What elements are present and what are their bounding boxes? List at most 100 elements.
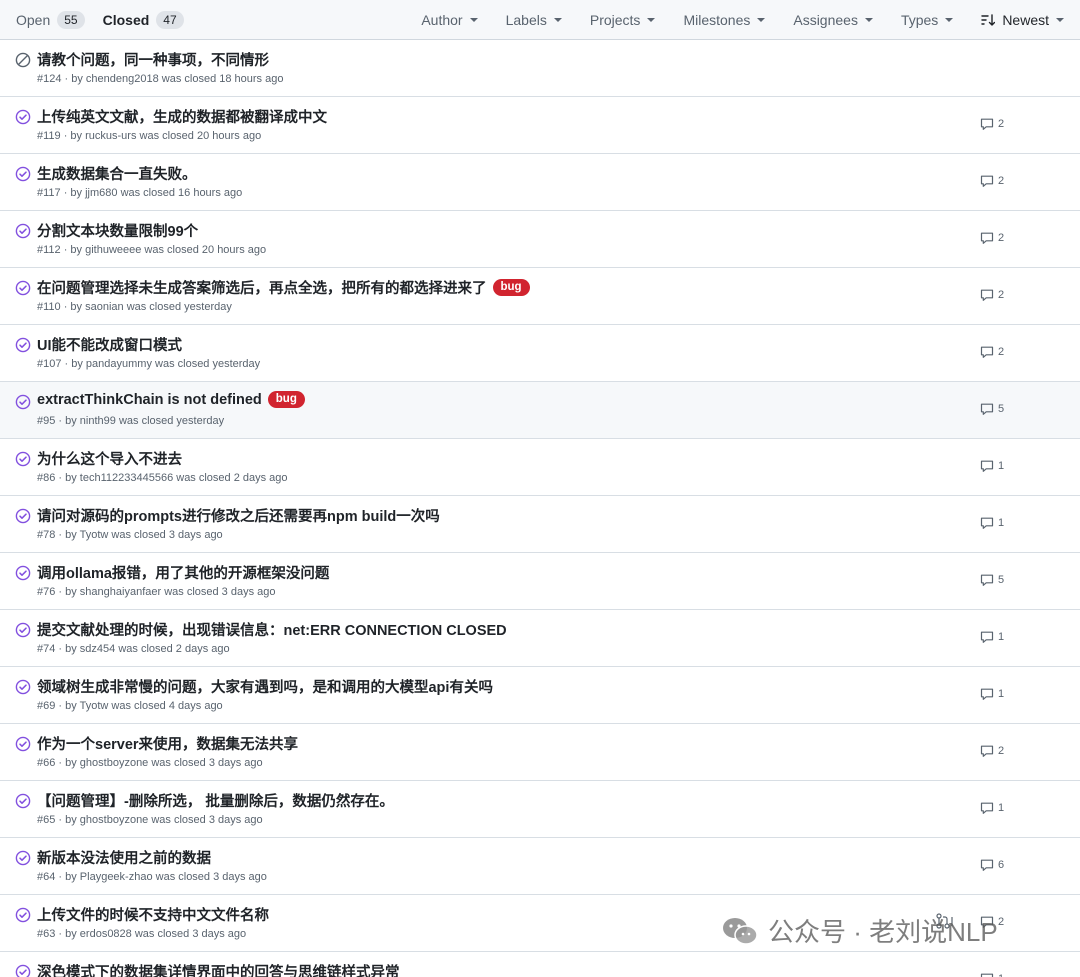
chevron-down-icon — [469, 18, 478, 22]
issue-row[interactable]: 请问对源码的prompts进行修改之后还需要再npm build一次吗 #78 ·… — [0, 496, 1080, 553]
comments-link[interactable]: 2 — [980, 915, 1004, 929]
issue-closed-completed-icon — [15, 793, 31, 809]
issue-row[interactable]: UI能不能改成窗口模式 #107 · by pandayummy was clos… — [0, 325, 1080, 382]
open-count-badge: 55 — [57, 10, 85, 29]
sort-dropdown[interactable]: Newest — [981, 12, 1064, 28]
labels-filter[interactable]: Labels — [506, 12, 562, 28]
issue-title: 生成数据集合一直失败。 — [37, 167, 197, 183]
issue-row[interactable]: 请教个问题，同一种事项，不同情形 #124 · by chendeng2018 w… — [0, 40, 1080, 97]
issue-row[interactable]: 生成数据集合一直失败。 #117 · by jjm680 was closed 1… — [0, 154, 1080, 211]
comments-link[interactable]: 1 — [980, 801, 1004, 815]
issue-row[interactable]: 调用ollama报错，用了其他的开源框架没问题 #76 · by shanghai… — [0, 553, 1080, 610]
comments-link[interactable]: 5 — [980, 573, 1004, 587]
issue-title: 上传纯英文文献，生成的数据都被翻译成中文 — [37, 110, 327, 126]
comments-link[interactable]: 5 — [980, 402, 1004, 416]
issue-row[interactable]: 在问题管理选择未生成答案筛选后，再点全选，把所有的都选择进来了 bug #110 ·… — [0, 268, 1080, 325]
closed-count-badge: 47 — [156, 10, 184, 29]
issue-row[interactable]: 分割文本块数量限制99个 #112 · by githuweeee was clo… — [0, 211, 1080, 268]
comment-count: 5 — [998, 403, 1005, 415]
comments-link[interactable]: 2 — [980, 117, 1004, 131]
comment-count: 6 — [998, 859, 1005, 871]
open-issues-tab[interactable]: Open 55 — [16, 10, 85, 29]
author-filter-label: Author — [421, 11, 463, 28]
issue-title-link[interactable]: 新版本没法使用之前的数据 — [37, 847, 211, 868]
comment-icon — [980, 232, 994, 244]
comments-link[interactable]: 1 — [980, 516, 1004, 530]
comments-link[interactable]: 2 — [980, 174, 1004, 188]
issue-title: 调用ollama报错，用了其他的开源框架没问题 — [37, 566, 330, 582]
closed-issues-tab[interactable]: Closed 47 — [103, 10, 184, 29]
comments-link[interactable]: 1 — [980, 972, 1004, 977]
comment-count: 1 — [998, 973, 1004, 977]
issue-row[interactable]: 【问题管理】-删除所选， 批量删除后，数据仍然存在。 #65 · by ghost… — [0, 781, 1080, 838]
comment-icon — [980, 118, 994, 130]
issue-row[interactable]: 领域树生成非常慢的问题，大家有遇到吗，是和调用的大模型api有关吗 #69 · b… — [0, 667, 1080, 724]
issue-row[interactable]: 上传文件的时候不支持中文文件名称 #63 · by erdos0828 was c… — [0, 895, 1080, 952]
issue-row[interactable]: extractThinkChain is not defined bug #95 ·… — [0, 382, 1080, 439]
comments-link[interactable]: 2 — [980, 345, 1004, 359]
issue-meta: #110 · by saonian was closed yesterday — [37, 301, 232, 313]
issue-title-link[interactable]: 请问对源码的prompts进行修改之后还需要再npm build一次吗 — [37, 505, 440, 526]
bug-label[interactable]: bug — [267, 391, 305, 408]
issue-title: 在问题管理选择未生成答案筛选后，再点全选，把所有的都选择进来了 — [37, 281, 487, 297]
issue-title-link[interactable]: 请教个问题，同一种事项，不同情形 — [37, 49, 269, 70]
comments-link[interactable]: 6 — [980, 858, 1004, 872]
comment-count: 2 — [998, 232, 1005, 244]
issue-title: 上传文件的时候不支持中文文件名称 — [37, 908, 269, 924]
comments-link[interactable]: 2 — [980, 231, 1004, 245]
comments-link[interactable]: 1 — [980, 687, 1004, 701]
issue-meta: #107 · by pandayummy was closed yesterda… — [37, 358, 261, 370]
filter-bar: Author Labels Projects Milestones Assign… — [421, 12, 1064, 28]
assignees-filter[interactable]: Assignees — [793, 12, 873, 28]
comments-link[interactable]: 1 — [980, 630, 1004, 644]
issue-title-link[interactable]: extractThinkChain is not defined bug — [37, 391, 305, 408]
open-tab-label: Open — [16, 11, 51, 28]
issue-title-link[interactable]: 为什么这个导入不进去 — [37, 448, 182, 469]
types-filter-label: Types — [900, 11, 939, 28]
issue-title: 提交文献处理的时候，出现错误信息：net:ERR CONNECTION CLOS… — [37, 623, 507, 639]
state-toggle: Open 55 Closed 47 — [16, 10, 184, 29]
issue-row[interactable]: 新版本没法使用之前的数据 #64 · by Playgeek-zhao was c… — [0, 838, 1080, 895]
issue-title-link[interactable]: 在问题管理选择未生成答案筛选后，再点全选，把所有的都选择进来了 bug — [37, 277, 530, 298]
issue-title: 深色模式下的数据集详情界面中的回答与思维链样式异常 — [37, 965, 400, 977]
issue-title-link[interactable]: 调用ollama报错，用了其他的开源框架没问题 — [37, 562, 329, 583]
milestones-filter[interactable]: Milestones — [683, 12, 766, 28]
issue-title-link[interactable]: 作为一个server来使用，数据集无法共享 — [37, 733, 298, 754]
projects-filter[interactable]: Projects — [590, 12, 656, 28]
issue-closed-completed-icon — [15, 565, 31, 581]
comment-count: 2 — [998, 175, 1005, 187]
sort-label: Newest — [1002, 11, 1049, 28]
issue-title-link[interactable]: 【问题管理】-删除所选， 批量删除后，数据仍然存在。 — [37, 790, 394, 811]
issue-meta: #69 · by Tyotw was closed 4 days ago — [37, 700, 223, 712]
comments-link[interactable]: 1 — [980, 459, 1004, 473]
issue-title: 请问对源码的prompts进行修改之后还需要再npm build一次吗 — [37, 509, 440, 525]
issues-list-header: Open 55 Closed 47 Author Labels Projects… — [0, 0, 1080, 40]
assignees-filter-label: Assignees — [793, 11, 858, 28]
chevron-down-icon — [647, 18, 656, 22]
issue-title-link[interactable]: 上传文件的时候不支持中文文件名称 — [37, 904, 269, 925]
comments-link[interactable]: 2 — [980, 744, 1004, 758]
comment-icon — [980, 346, 994, 358]
issue-title-link[interactable]: 深色模式下的数据集详情界面中的回答与思维链样式异常 — [37, 961, 400, 977]
types-filter[interactable]: Types — [900, 11, 954, 28]
issue-meta: #76 · by shanghaiyanfaer was closed 3 da… — [37, 586, 276, 598]
bug-label[interactable]: bug — [492, 279, 530, 296]
issue-closed-not-planned-icon — [15, 52, 31, 68]
issue-title-link[interactable]: 分割文本块数量限制99个 — [37, 220, 198, 241]
issue-title-link[interactable]: 上传纯英文文献，生成的数据都被翻译成中文 — [37, 106, 327, 127]
issue-title-link[interactable]: 领域树生成非常慢的问题，大家有遇到吗，是和调用的大模型api有关吗 — [37, 676, 493, 697]
issue-row[interactable]: 深色模式下的数据集详情界面中的回答与思维链样式异常 1 — [0, 952, 1080, 977]
author-filter[interactable]: Author — [421, 11, 478, 28]
comments-link[interactable]: 2 — [980, 288, 1004, 302]
issue-row[interactable]: 为什么这个导入不进去 #86 · by tech112233445566 was … — [0, 439, 1080, 496]
issue-row[interactable]: 作为一个server来使用，数据集无法共享 #66 · by ghostboyzo… — [0, 724, 1080, 781]
issue-title-link[interactable]: 提交文献处理的时候，出现错误信息：net:ERR CONNECTION CLOS… — [37, 619, 507, 640]
comment-icon — [980, 517, 994, 529]
issue-closed-completed-icon — [15, 508, 31, 524]
issue-title: 领域树生成非常慢的问题，大家有遇到吗，是和调用的大模型api有关吗 — [37, 680, 493, 696]
issue-row[interactable]: 提交文献处理的时候，出现错误信息：net:ERR CONNECTION CLOS… — [0, 610, 1080, 667]
issue-meta: #64 · by Playgeek-zhao was closed 3 days… — [37, 871, 267, 883]
issue-title-link[interactable]: 生成数据集合一直失败。 — [37, 163, 197, 184]
issue-row[interactable]: 上传纯英文文献，生成的数据都被翻译成中文 #119 · by ruckus-urs… — [0, 97, 1080, 154]
issue-title-link[interactable]: UI能不能改成窗口模式 — [37, 334, 182, 355]
